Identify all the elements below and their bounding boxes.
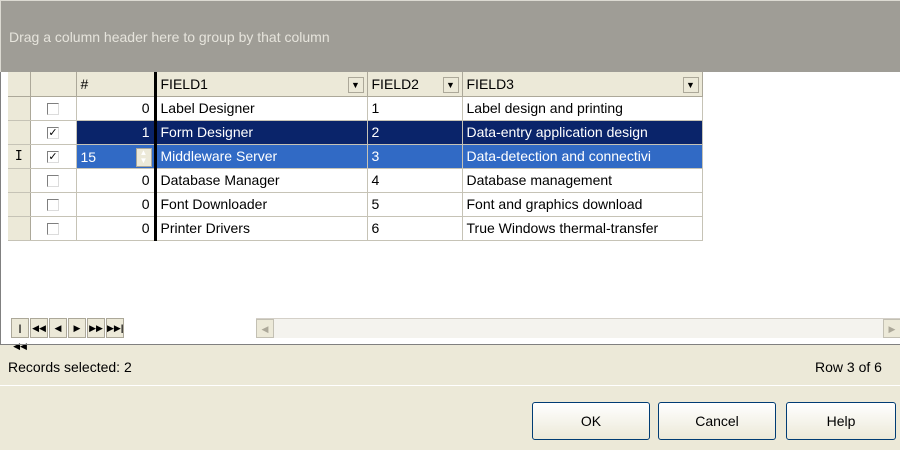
row-indicator: [8, 168, 31, 193]
field3-cell[interactable]: Data-entry application design: [462, 120, 703, 145]
data-grid[interactable]: # FIELD1 ▼ FIELD2 ▼ FIELD3 ▼ 0 Label Design…: [0, 72, 900, 351]
row-checkbox[interactable]: [47, 223, 59, 236]
num-cell[interactable]: 1: [76, 120, 157, 145]
row-checkbox[interactable]: [47, 175, 59, 188]
spinner-icon[interactable]: ▲ ▼: [135, 147, 152, 167]
field1-cell[interactable]: Middleware Server: [155, 144, 368, 169]
cancel-button[interactable]: Cancel: [658, 402, 776, 440]
column-header-field3[interactable]: FIELD3 ▼: [462, 72, 703, 97]
header-select-cell: [30, 72, 77, 97]
num-editor[interactable]: 15 ▲ ▼: [76, 144, 157, 169]
grid-table: # FIELD1 ▼ FIELD2 ▼ FIELD3 ▼ 0 Label Design…: [8, 72, 703, 241]
ok-button[interactable]: OK: [532, 402, 650, 440]
row-indicator: [8, 96, 31, 121]
field3-cell[interactable]: Database management: [462, 168, 703, 193]
header-indicator-cell: [8, 72, 31, 97]
chevron-down-icon[interactable]: ▼: [682, 77, 699, 93]
column-header-field2[interactable]: FIELD2 ▼: [367, 72, 463, 97]
row-position-text: Row 3 of 6: [815, 359, 882, 375]
row-indicator: [8, 120, 31, 145]
field1-cell[interactable]: Form Designer: [155, 120, 368, 145]
row-indicator: [8, 216, 31, 241]
field2-cell[interactable]: 2: [367, 120, 463, 145]
next-page-icon[interactable]: ▶▶: [87, 318, 105, 338]
table-row[interactable]: 0 Printer Drivers 6 True Windows thermal…: [8, 216, 703, 241]
scroll-right-icon[interactable]: ▶: [883, 319, 900, 338]
num-cell[interactable]: 0: [76, 168, 157, 193]
row-indicator: [8, 192, 31, 217]
column-header-num[interactable]: #: [76, 72, 157, 97]
column-header-field1[interactable]: FIELD1 ▼: [155, 72, 368, 97]
num-cell[interactable]: 0: [76, 192, 157, 217]
status-bar: Records selected: 2 Row 3 of 6: [0, 344, 900, 386]
group-by-panel[interactable]: Drag a column header here to group by th…: [0, 0, 900, 72]
scroll-left-icon[interactable]: ◀: [256, 319, 274, 338]
row-checkbox-cell[interactable]: ✓: [30, 144, 77, 169]
field3-cell[interactable]: Label design and printing: [462, 96, 703, 121]
field1-cell[interactable]: Printer Drivers: [155, 216, 368, 241]
field2-cell[interactable]: 3: [367, 144, 463, 169]
first-record-icon[interactable]: |◀◀: [11, 318, 29, 351]
chevron-down-icon[interactable]: ▼: [442, 77, 459, 93]
field1-cell[interactable]: Database Manager: [155, 168, 368, 193]
previous-page-icon[interactable]: ◀◀: [30, 318, 48, 338]
row-checkbox-checked[interactable]: ✓: [47, 151, 59, 164]
row-checkbox[interactable]: [47, 199, 59, 212]
field3-cell[interactable]: Data-detection and connectivi: [462, 144, 703, 169]
field1-cell[interactable]: Label Designer: [155, 96, 368, 121]
field2-cell[interactable]: 1: [367, 96, 463, 121]
record-navigator: |◀◀ ◀◀ ◀ ▶ ▶▶ ▶▶|: [11, 318, 125, 351]
chevron-down-icon[interactable]: ▼: [347, 77, 364, 93]
help-button[interactable]: Help: [786, 402, 896, 440]
header-row: # FIELD1 ▼ FIELD2 ▼ FIELD3 ▼: [8, 72, 703, 97]
num-cell[interactable]: 0: [76, 96, 157, 121]
row-checkbox-cell[interactable]: [30, 192, 77, 217]
horizontal-scrollbar[interactable]: ◀ ▶: [256, 318, 900, 338]
field2-cell[interactable]: 6: [367, 216, 463, 241]
table-row[interactable]: 0 Label Designer 1 Label design and prin…: [8, 96, 703, 121]
current-row-indicator: I: [8, 144, 31, 169]
row-checkbox-cell[interactable]: [30, 168, 77, 193]
table-row[interactable]: ✓ 1 Form Designer 2 Data-entry applicati…: [8, 120, 703, 145]
field3-cell[interactable]: True Windows thermal-transfer: [462, 216, 703, 241]
last-record-icon[interactable]: ▶▶|: [106, 318, 124, 338]
row-checkbox-cell[interactable]: [30, 96, 77, 121]
row-checkbox[interactable]: [47, 103, 59, 116]
row-checkbox-checked[interactable]: ✓: [47, 127, 59, 140]
table-row[interactable]: 0 Database Manager 4 Database management: [8, 168, 703, 193]
table-row-current[interactable]: I ✓ 15 ▲ ▼ Middleware Server 3 Data-detec…: [8, 144, 703, 169]
records-selected-text: Records selected: 2: [8, 359, 132, 375]
field3-cell[interactable]: Font and graphics download: [462, 192, 703, 217]
num-editor-value[interactable]: 15: [81, 149, 97, 165]
field2-cell[interactable]: 4: [367, 168, 463, 193]
field1-cell[interactable]: Font Downloader: [155, 192, 368, 217]
field2-cell[interactable]: 5: [367, 192, 463, 217]
previous-record-icon[interactable]: ◀: [49, 318, 67, 338]
next-record-icon[interactable]: ▶: [68, 318, 86, 338]
table-row[interactable]: 0 Font Downloader 5 Font and graphics do…: [8, 192, 703, 217]
row-checkbox-cell[interactable]: [30, 216, 77, 241]
num-cell[interactable]: 0: [76, 216, 157, 241]
group-by-hint: Drag a column header here to group by th…: [9, 29, 330, 45]
row-checkbox-cell[interactable]: ✓: [30, 120, 77, 145]
